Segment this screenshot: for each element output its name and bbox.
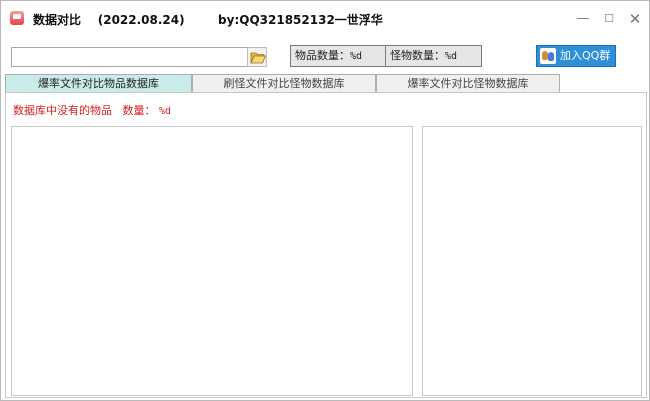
title-author: by:QQ321852132一世浮华 — [218, 13, 383, 27]
tab-drop-vs-item-db[interactable]: 爆率文件对比物品数据库 — [5, 74, 192, 93]
monster-count-value: %d — [445, 51, 458, 62]
maximize-button[interactable]: ☐ — [597, 9, 621, 29]
join-qq-group-button[interactable]: 加入QQ群 — [536, 45, 616, 67]
tab-spawn-vs-monster-db[interactable]: 刷怪文件对比怪物数据库 — [192, 74, 376, 92]
detail-list[interactable] — [422, 126, 642, 396]
item-count-display: 物品数量：%d — [290, 45, 386, 67]
minimize-button[interactable]: — — [571, 9, 595, 29]
missing-items-label: 数据库中没有的物品 — [13, 104, 112, 117]
app-window: 数据对比 (2022.08.24) by:QQ321852132一世浮华 — ☐… — [0, 0, 650, 401]
folder-open-icon — [250, 52, 266, 64]
title-date: (2022.08.24) — [97, 13, 185, 27]
item-count-label: 物品数量： — [295, 49, 350, 62]
tab-drop-vs-monster-db[interactable]: 爆率文件对比怪物数据库 — [376, 74, 560, 92]
tab-panel: 数据库中没有的物品 数量： %d — [5, 92, 647, 398]
close-button[interactable]: ✕ — [623, 9, 647, 29]
browse-folder-button[interactable] — [247, 47, 267, 67]
monster-count-label: 怪物数量： — [390, 49, 445, 62]
title-bar: 数据对比 (2022.08.24) by:QQ321852132一世浮华 — ☐… — [1, 1, 649, 37]
app-icon — [10, 11, 24, 25]
monster-count-display: 怪物数量：%d — [385, 45, 482, 67]
window-title: 数据对比 (2022.08.24) by:QQ321852132一世浮华 — [33, 11, 383, 28]
qq-group-icon — [540, 48, 556, 64]
missing-count-label: 数量： — [122, 104, 156, 117]
missing-items-list[interactable] — [11, 126, 413, 396]
title-name: 数据对比 — [33, 13, 82, 27]
missing-items-header: 数据库中没有的物品 数量： %d — [13, 102, 171, 118]
missing-count-value: %d — [159, 106, 172, 117]
item-count-value: %d — [350, 51, 363, 62]
join-qq-group-label: 加入QQ群 — [560, 49, 611, 62]
file-path-input[interactable] — [11, 47, 251, 67]
